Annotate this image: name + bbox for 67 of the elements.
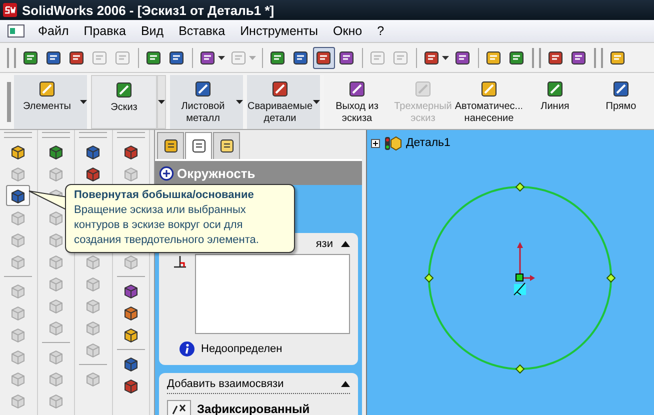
menu-item[interactable]: Инструменты: [240, 24, 318, 38]
pencil-square-icon[interactable]: [37, 79, 57, 99]
toolbar-grip[interactable]: [7, 48, 16, 68]
fix-relation-icon[interactable]: [167, 400, 191, 415]
app-logo-icon: [3, 3, 17, 17]
toolbar-grip[interactable]: [594, 48, 603, 68]
dropdown-button[interactable]: [313, 75, 320, 129]
pencil-square-icon[interactable]: [611, 79, 631, 99]
relations-list[interactable]: [195, 254, 350, 334]
caret-icon[interactable]: [80, 100, 87, 104]
pencil-square-icon[interactable]: [193, 79, 213, 99]
info-icon: [179, 341, 195, 357]
caret-icon[interactable]: [442, 56, 449, 60]
tooltip-title: Повернутая бобышка/основание: [74, 188, 255, 203]
part-icon: [384, 134, 402, 152]
tree-item[interactable]: Деталь1: [406, 137, 450, 149]
command-button[interactable]: Свариваемые детали: [247, 75, 313, 129]
perpendicular-icon: [173, 254, 187, 270]
caret-icon[interactable]: [236, 100, 243, 104]
feature-tool-icon[interactable]: [6, 185, 30, 206]
collapse-icon[interactable]: [341, 381, 350, 387]
menu-item[interactable]: Файл: [38, 24, 69, 38]
tab-icon[interactable]: [218, 137, 236, 155]
panel-tab[interactable]: [157, 132, 184, 159]
group-title: язи: [316, 238, 333, 250]
command-button[interactable]: Листовой металл: [170, 75, 236, 129]
command-button[interactable]: Эскиз: [91, 75, 157, 129]
pencil-square-icon[interactable]: [270, 79, 290, 99]
menu-item[interactable]: Окно: [333, 24, 362, 38]
caret-icon[interactable]: [218, 56, 225, 60]
menu-item[interactable]: Вставка: [178, 24, 226, 38]
window-title: SolidWorks 2006 - [Эскиз1 от Деталь1 *]: [22, 2, 274, 18]
pencil-square-icon[interactable]: [347, 79, 367, 99]
menu-item[interactable]: Вид: [140, 24, 164, 38]
cursor-icon: [514, 282, 526, 296]
command-button[interactable]: Элементы: [14, 75, 80, 129]
dropdown-button[interactable]: [157, 75, 166, 129]
collapse-icon[interactable]: [341, 241, 350, 247]
circle-plus-icon: [159, 166, 174, 180]
document-icon[interactable]: [7, 24, 25, 38]
caret-icon[interactable]: [158, 100, 165, 104]
caret-icon[interactable]: [313, 100, 320, 104]
menu-item[interactable]: Правка: [84, 24, 126, 38]
sketch-point[interactable]: [606, 273, 616, 283]
toolbar-grip[interactable]: [532, 48, 541, 68]
tab-icon[interactable]: [190, 137, 208, 155]
toolbar-grip[interactable]: [7, 82, 11, 122]
tab-icon[interactable]: [162, 137, 180, 155]
panel-tab[interactable]: [185, 132, 212, 159]
dropdown-button[interactable]: [236, 75, 243, 129]
pencil-square-icon[interactable]: [479, 79, 499, 99]
sketch-point[interactable]: [515, 364, 525, 374]
tool-square-icon[interactable]: [423, 48, 441, 66]
panel-title: Окружность: [177, 166, 256, 180]
pencil-square-icon[interactable]: [114, 80, 134, 100]
tool-square-icon[interactable]: [199, 48, 217, 66]
expand-icon[interactable]: [371, 138, 380, 148]
group-title: Добавить взаимосвязи: [167, 378, 284, 390]
status-text: Недоопределен: [201, 343, 282, 355]
sketch-point[interactable]: [515, 182, 525, 192]
pencil-square-icon[interactable]: [545, 79, 565, 99]
origin-icon: [516, 242, 535, 282]
sketch-point[interactable]: [424, 273, 434, 283]
dropdown-button[interactable]: [80, 75, 87, 129]
panel-tab[interactable]: [213, 132, 240, 159]
tooltip-text: Вращение эскиза или выбранных контуров в эскизе вокруг оси для создания твердотельного элемента.: [74, 203, 260, 248]
menu-item[interactable]: ?: [377, 24, 384, 38]
